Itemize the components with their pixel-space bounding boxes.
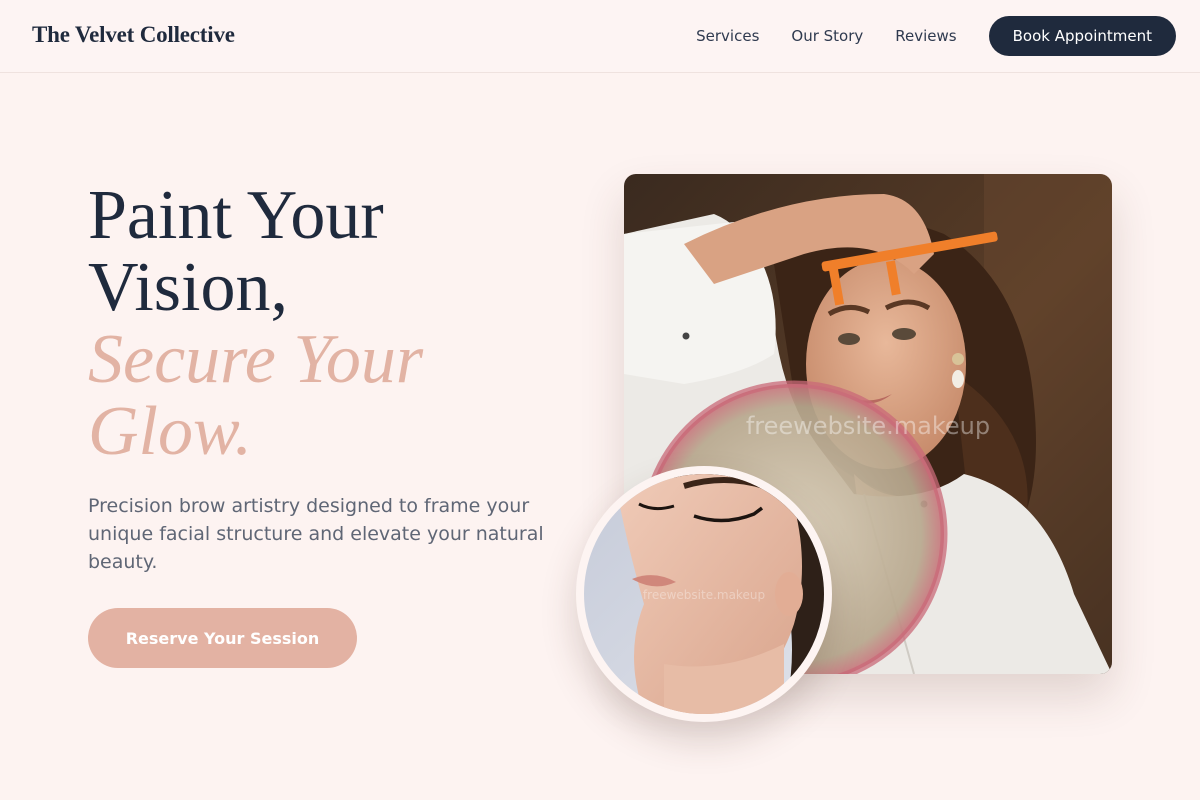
nav-link-reviews[interactable]: Reviews bbox=[895, 27, 956, 45]
hero-accent-line-2: Glow. bbox=[88, 393, 252, 470]
circle-photo-watermark: freewebsite.makeup bbox=[643, 588, 765, 602]
nav-link-our-story[interactable]: Our Story bbox=[791, 27, 863, 45]
hero-title: Paint Your Vision, Secure Your Glow. bbox=[88, 180, 423, 468]
main-photo-watermark: freewebsite.makeup bbox=[746, 412, 990, 440]
main-nav: Services Our Story Reviews Book Appointm… bbox=[696, 16, 1176, 56]
circle-photo-inner: freewebsite.makeup bbox=[584, 474, 824, 714]
hero-circle-photo: freewebsite.makeup bbox=[576, 466, 832, 722]
nav-link-services[interactable]: Services bbox=[696, 27, 759, 45]
brand-logo[interactable]: The Velvet Collective bbox=[32, 22, 235, 48]
hero-description: Precision brow artistry designed to fram… bbox=[88, 495, 544, 573]
book-appointment-button[interactable]: Book Appointment bbox=[988, 16, 1176, 56]
site-header: The Velvet Collective Services Our Story… bbox=[0, 0, 1200, 73]
hero-title-line-2: Vision, bbox=[88, 249, 288, 326]
hero-accent-line-1: Secure Your bbox=[88, 321, 424, 398]
hero-title-line-1: Paint Your bbox=[88, 177, 384, 254]
reserve-session-button[interactable]: Reserve Your Session bbox=[88, 608, 357, 668]
